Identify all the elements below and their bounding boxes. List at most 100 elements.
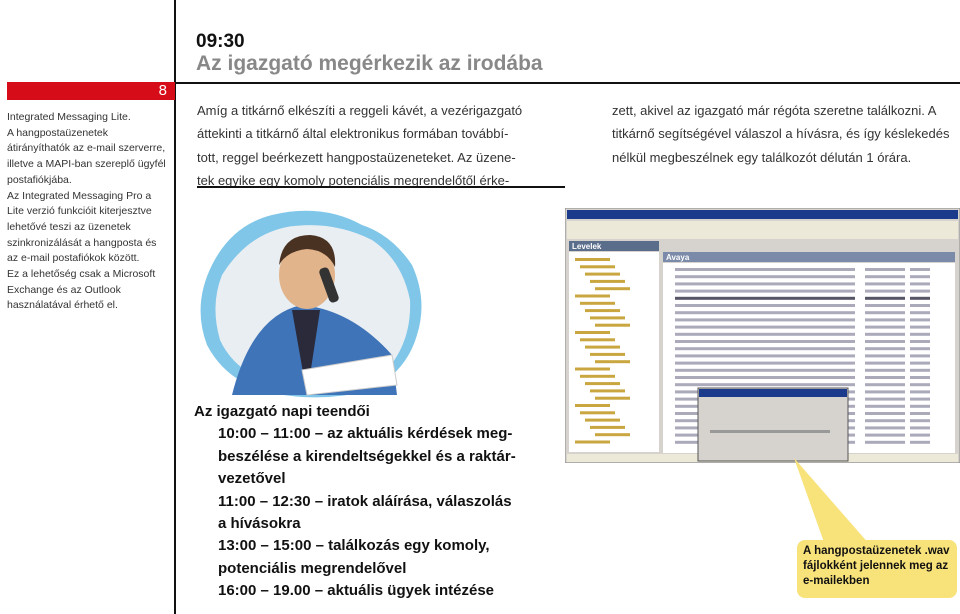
email-row-cell <box>725 376 855 379</box>
schedule-line: 11:00 – 12:30 – iratok aláírása, válaszo… <box>218 492 512 510</box>
folder-item <box>590 389 625 393</box>
sidebar-text: Integrated Messaging Lite. A hangpostaüz… <box>7 111 166 312</box>
email-row-cell <box>910 311 930 315</box>
schedule-line: a hívásokra <box>218 515 301 533</box>
schedule-line: 13:00 – 15:00 – találkozás egy komoly, <box>218 537 490 555</box>
email-row-cell <box>675 368 725 372</box>
email-row-cell <box>865 368 905 372</box>
callout-note: A hangpostaüzenetek .wav fájlokként jele… <box>797 540 957 598</box>
section-title: Az igazgató megérkezik az irodába <box>196 52 543 75</box>
email-row-cell <box>675 376 725 379</box>
email-row-cell <box>865 325 905 329</box>
email-row-cell <box>725 347 855 351</box>
email-row-cell <box>675 311 725 315</box>
email-row-cell <box>910 304 930 307</box>
folder-item <box>575 331 610 334</box>
folder-item <box>585 382 620 386</box>
email-row-cell <box>910 383 930 387</box>
page-number: 8 <box>158 82 167 99</box>
folder-item <box>590 316 625 320</box>
folder-item <box>585 272 620 276</box>
folder-item <box>595 287 630 291</box>
email-row-cell <box>675 282 725 286</box>
email-row-cell <box>910 412 930 415</box>
body-line: Amíg a titkárnő elkészíti a reggeli kávé… <box>197 103 523 118</box>
email-row-cell <box>725 282 855 286</box>
body-line: nélkül megbeszélnek egy találkozót délut… <box>612 149 912 165</box>
daily-schedule: Az igazgató napi teendői 10:00 – 11:00 –… <box>194 401 554 603</box>
body-line: zett, akivel az igazgató már régóta szer… <box>612 103 937 118</box>
outlook-screenshot: Levelek Avaya <box>565 208 960 463</box>
email-row-cell <box>725 340 855 343</box>
folder-item <box>585 418 620 422</box>
email-row-cell <box>725 304 855 307</box>
folder-item <box>590 425 625 429</box>
email-row-cell <box>725 311 855 315</box>
email-row-cell <box>675 304 725 307</box>
folder-item <box>595 360 630 364</box>
email-row-cell <box>865 397 905 401</box>
email-row-cell <box>910 376 930 379</box>
body-line: titkárnő segítségével válaszol a hívásra… <box>612 126 950 142</box>
email-row-cell <box>865 354 905 358</box>
email-row-cell <box>675 268 725 271</box>
email-row-cell <box>725 289 855 293</box>
email-row-cell <box>675 318 725 322</box>
email-row-cell <box>865 296 905 300</box>
email-row-cell <box>910 354 930 358</box>
body-line: tek egyike egy komoly potenciális megren… <box>197 172 510 188</box>
email-row-cell <box>910 361 930 365</box>
email-row-cell <box>725 354 855 358</box>
folder-item <box>580 338 615 342</box>
email-row-cell <box>865 289 905 293</box>
email-row-cell <box>675 383 725 387</box>
body-column-1: Amíg a titkárnő elkészíti a reggeli kávé… <box>197 99 565 192</box>
folder-item <box>595 433 630 437</box>
folder-item <box>580 265 615 269</box>
email-row-cell <box>910 404 930 408</box>
email-row-cell <box>910 289 930 293</box>
email-row-cell <box>865 340 905 343</box>
schedule-line: beszélése a kirendeltségekkel és a raktá… <box>218 447 516 465</box>
folder-item <box>595 396 630 400</box>
email-row-cell <box>865 404 905 408</box>
email-row-cell <box>725 361 855 365</box>
email-row-cell <box>675 347 725 351</box>
email-row-cell <box>725 318 855 322</box>
email-row-cell <box>725 332 855 336</box>
email-row-cell <box>865 383 905 387</box>
email-row-cell <box>865 440 905 444</box>
email-row-cell <box>865 419 905 423</box>
email-row-cell <box>910 397 930 401</box>
email-row-cell <box>910 419 930 423</box>
body-column-2: zett, akivel az igazgató már régóta szer… <box>612 99 957 169</box>
folder-item <box>590 352 625 356</box>
pane-label: Levelek <box>572 242 602 251</box>
folder-item <box>580 411 615 415</box>
email-row-cell <box>910 325 930 329</box>
body-line: áttekinti a titkárnő által elektronikus … <box>197 126 509 142</box>
email-row-cell <box>910 318 930 322</box>
email-row-cell <box>910 440 930 444</box>
email-row-cell <box>865 376 905 379</box>
folder-item <box>585 309 620 313</box>
email-row-cell <box>865 347 905 351</box>
page-number-bar: 8 <box>7 82 175 100</box>
email-row-cell <box>910 368 930 372</box>
email-row-cell <box>910 347 930 351</box>
email-row-cell <box>865 426 905 430</box>
folder-item <box>590 279 625 283</box>
section-time: 09:30 <box>196 31 245 52</box>
email-row-cell <box>865 311 905 315</box>
header-rule <box>175 82 960 84</box>
folder-item <box>585 345 620 349</box>
email-row-cell <box>910 426 930 430</box>
email-row-cell <box>725 368 855 372</box>
email-row-cell <box>865 282 905 286</box>
email-row-cell <box>865 412 905 415</box>
schedule-heading: Az igazgató napi teendői <box>194 403 370 420</box>
email-row-cell <box>725 325 855 329</box>
email-row-cell <box>675 325 725 329</box>
folder-item <box>580 374 615 378</box>
email-row-cell <box>910 332 930 336</box>
